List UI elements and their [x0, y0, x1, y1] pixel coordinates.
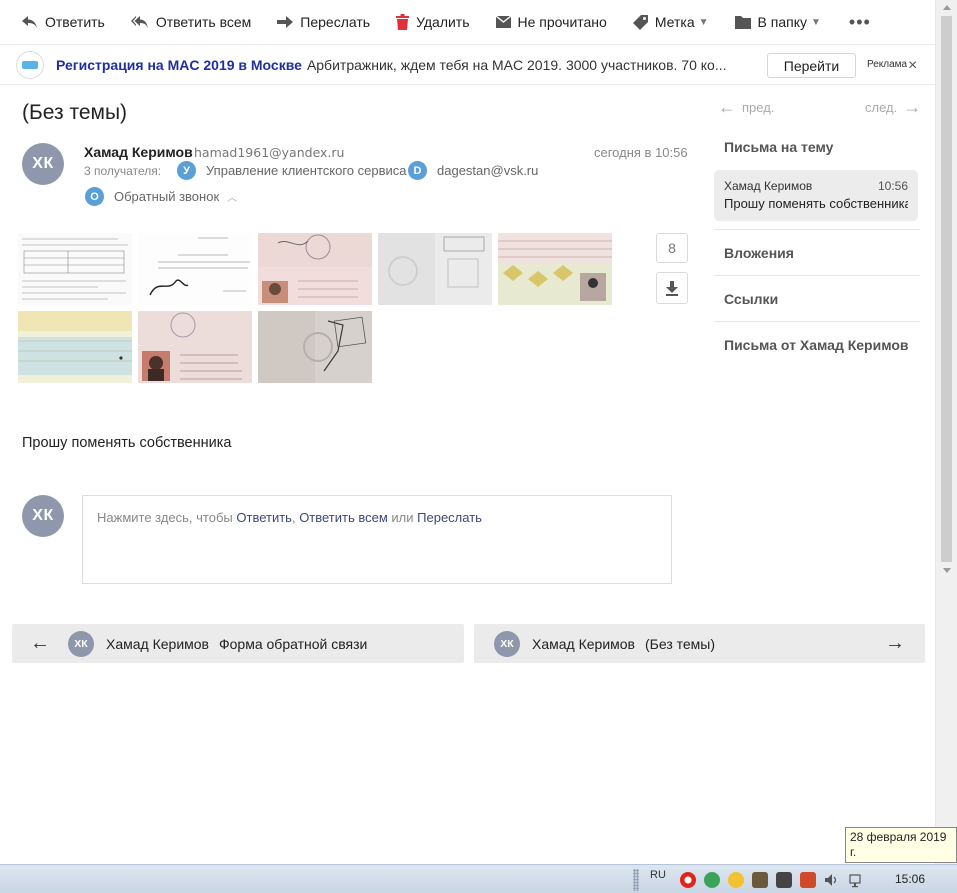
next-message-card[interactable]: ХК Хамад Керимов (Без темы) →	[474, 624, 925, 663]
close-icon[interactable]: ×	[908, 57, 917, 75]
sender-avatar[interactable]: ХК	[22, 143, 64, 185]
recipient-item[interactable]: D dagestan@vsk.ru	[408, 161, 538, 180]
tray-app-icon[interactable]	[752, 872, 768, 888]
prev-sender-name: Хамад Керимов	[106, 635, 209, 652]
reply-icon	[22, 16, 37, 28]
recipient-item[interactable]: О Обратный звонок ︿	[85, 187, 237, 206]
chevron-up-icon[interactable]: ︿	[227, 189, 237, 204]
chevron-down-icon: ▼	[810, 16, 821, 28]
sidebar-links[interactable]: Ссылки	[724, 291, 778, 307]
divider	[714, 229, 920, 230]
attachment-thumbnail[interactable]	[138, 233, 252, 305]
forward-button[interactable]: Переслать	[277, 14, 370, 30]
message-body: Прошу поменять собственника	[22, 435, 232, 451]
download-icon	[666, 280, 678, 296]
tray-app-icon[interactable]	[800, 872, 816, 888]
divider	[714, 321, 920, 322]
prev-message-card[interactable]: ← ХК Хамад Керимов Форма обратной связи	[12, 624, 464, 663]
label-button[interactable]: Метка ▼	[632, 14, 709, 30]
arrow-left-icon: ←	[718, 97, 736, 117]
arrow-left-icon: ←	[30, 632, 50, 654]
opera-icon[interactable]	[680, 872, 696, 888]
attachment-thumbnail[interactable]	[258, 233, 372, 305]
attachment-thumbnail[interactable]	[18, 233, 132, 305]
quick-forward-link[interactable]: Переслать	[417, 510, 482, 525]
sender-avatar: ХК	[494, 630, 520, 657]
folder-icon	[734, 15, 751, 29]
message-toolbar: Ответить Ответить всем Переслать Удалить…	[0, 0, 935, 44]
ad-banner[interactable]: Регистрация на MAC 2019 в Москве Арбитра…	[0, 44, 935, 85]
more-icon: •••	[848, 11, 871, 32]
message-time: сегодня в 10:56	[594, 145, 688, 160]
language-indicator[interactable]: RU	[650, 869, 666, 881]
ad-logo-icon	[16, 50, 44, 79]
sender-name[interactable]: Хамад Керимов	[84, 144, 193, 160]
tray-app-icon[interactable]	[704, 872, 720, 888]
more-actions-button[interactable]: •••	[849, 12, 871, 33]
taskbar-grip[interactable]	[633, 869, 639, 891]
sender-email[interactable]: hamad1961@yandex.ru	[194, 145, 344, 160]
reply-all-icon	[130, 16, 148, 28]
next-message-link[interactable]: след. →	[865, 97, 927, 118]
user-avatar: ХК	[22, 495, 64, 537]
sidebar-attachments[interactable]: Вложения	[724, 245, 794, 261]
reply-button[interactable]: Ответить	[22, 14, 105, 30]
mark-unread-button[interactable]: Не прочитано	[495, 14, 607, 30]
attachments-count-button[interactable]: 8	[656, 233, 688, 263]
quick-reply-all-link[interactable]: Ответить всем	[299, 510, 388, 525]
prev-subject: Форма обратной связи	[219, 635, 368, 652]
trash-icon	[396, 14, 410, 30]
ad-text[interactable]: Арбитражник, ждем тебя на MAC 2019. 3000…	[307, 57, 747, 73]
recipient-item[interactable]: У Управление клиентского сервиса	[177, 161, 407, 180]
taskbar: RU 15:06	[0, 864, 957, 893]
network-icon[interactable]	[848, 872, 864, 888]
taskbar-clock[interactable]: 15:06	[895, 872, 925, 886]
scrollbar-thumb[interactable]	[941, 16, 952, 562]
sidebar-thread-heading[interactable]: Письма на тему	[724, 139, 833, 155]
tray-app-icon[interactable]	[776, 872, 792, 888]
scroll-down-icon[interactable]	[943, 568, 951, 573]
reply-all-button[interactable]: Ответить всем	[130, 14, 251, 30]
forward-icon	[277, 16, 294, 28]
attachment-thumbnail[interactable]	[138, 311, 252, 383]
recipient-badge: У	[177, 161, 196, 180]
sidebar-from-sender[interactable]: Письма от Хамад Керимов	[724, 337, 909, 353]
next-subject: (Без темы)	[645, 635, 716, 652]
tray-app-icon[interactable]	[728, 872, 744, 888]
move-to-folder-button[interactable]: В папку ▼	[734, 14, 821, 30]
envelope-icon	[495, 16, 511, 28]
quick-reply-link[interactable]: Ответить	[236, 510, 292, 525]
divider	[714, 275, 920, 276]
next-sender-name: Хамад Керимов	[532, 635, 635, 652]
ad-go-button[interactable]: Перейти	[767, 53, 856, 78]
attachment-thumbnail[interactable]	[498, 233, 612, 305]
arrow-right-icon: →	[885, 632, 905, 654]
message-subject: (Без темы)	[22, 101, 128, 124]
ad-label: Реклама	[867, 59, 908, 70]
ad-title[interactable]: Регистрация на MAC 2019 в Москве	[56, 57, 302, 73]
chevron-down-icon: ▼	[698, 16, 709, 28]
attachment-thumbnail[interactable]	[18, 311, 132, 383]
vertical-scrollbar[interactable]	[935, 0, 957, 864]
attachment-thumbnail[interactable]	[378, 233, 492, 305]
recipient-badge: D	[408, 161, 427, 180]
delete-button[interactable]: Удалить	[396, 14, 470, 30]
prev-message-link[interactable]: ← пред.	[712, 97, 774, 118]
mail-window: Ответить Ответить всем Переслать Удалить…	[0, 0, 957, 893]
recipients-label: 3 получателя:	[84, 164, 162, 178]
thread-item[interactable]: Хамад Керимов 10:56 Прошу поменять собст…	[714, 170, 918, 221]
attachment-thumbnail[interactable]	[258, 311, 372, 383]
sender-avatar: ХК	[68, 630, 94, 657]
volume-icon[interactable]	[824, 872, 840, 888]
arrow-right-icon: →	[903, 97, 922, 117]
tag-icon	[632, 14, 648, 30]
date-tooltip: 28 февраля 2019 г. четверг	[845, 827, 957, 874]
quick-reply-box[interactable]: Нажмите здесь, чтобы Ответить, Ответить …	[82, 495, 672, 584]
download-all-button[interactable]	[656, 272, 688, 304]
recipient-badge: О	[85, 187, 104, 206]
scroll-up-icon[interactable]	[943, 5, 951, 10]
